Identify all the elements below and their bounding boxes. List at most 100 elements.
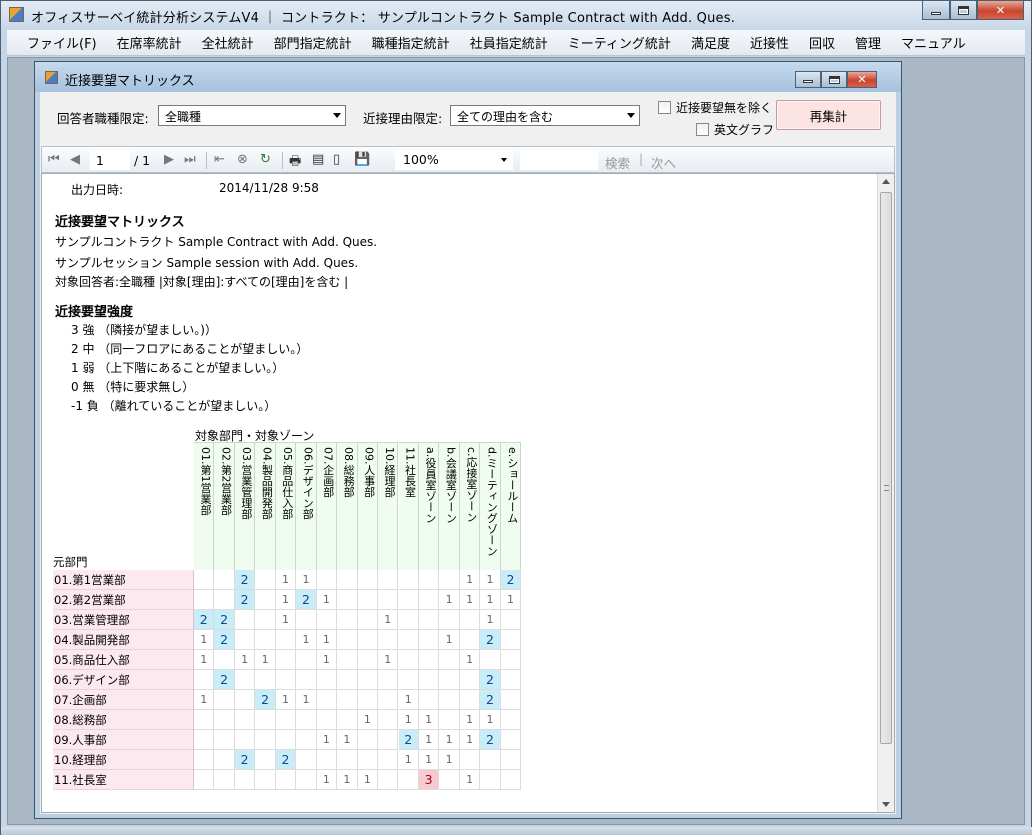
child-title-bar: 近接要望マトリックス ✕	[35, 62, 901, 92]
matrix-column-header: 07.企画部	[316, 442, 338, 570]
menu-department-stats[interactable]: 部門指定統計	[264, 33, 362, 52]
matrix-column-header: d.ミーティングゾーン	[480, 442, 501, 570]
proximity-matrix-window: 近接要望マトリックス ✕ 回答者職種限定: 全職種 近接理由限定: 全ての理由を…	[34, 61, 902, 819]
menu-meeting-stats[interactable]: ミーティング統計	[558, 33, 681, 52]
next-page-icon[interactable]: ▶	[164, 152, 174, 167]
stop-icon[interactable]: ⊗	[237, 152, 248, 167]
scroll-up-icon[interactable]	[882, 179, 890, 184]
child-maximize-button[interactable]	[821, 71, 847, 88]
maximize-icon	[958, 5, 969, 15]
matrix-cell: 1	[316, 590, 338, 610]
print-icon[interactable]: 🖶	[289, 152, 301, 174]
menu-job-type-stats[interactable]: 職種指定統計	[362, 33, 460, 52]
find-text-input[interactable]	[520, 150, 598, 170]
menu-proximity[interactable]: 近接性	[740, 33, 799, 52]
matrix-cell	[378, 710, 399, 730]
first-page-icon[interactable]: ⏮	[48, 152, 60, 167]
child-close-button[interactable]: ✕	[847, 71, 877, 88]
matrix-cell	[500, 770, 522, 790]
matrix-column-label: 04.製品開発部	[260, 447, 274, 520]
matrix-cell	[316, 710, 338, 730]
reason-filter-combo[interactable]: 全ての理由を含む	[450, 105, 640, 126]
matrix-column-label: 01.第1営業部	[199, 447, 212, 516]
matrix-cell	[439, 670, 460, 690]
matrix-cell	[255, 570, 276, 590]
matrix-cell	[480, 770, 501, 790]
menu-satisfaction[interactable]: 満足度	[681, 33, 740, 52]
matrix-cell	[337, 710, 358, 730]
exclude-no-request-label: 近接要望無を除く	[676, 101, 773, 115]
menu-company-stats[interactable]: 全社統計	[192, 33, 264, 52]
matrix-cell	[316, 610, 338, 630]
page-setup-icon[interactable]: ▯	[333, 152, 340, 167]
minimize-button[interactable]	[922, 1, 950, 20]
export-icon[interactable]: 💾	[354, 152, 370, 167]
page-number-input[interactable]: 1	[90, 150, 130, 170]
refresh-icon[interactable]: ↻	[260, 152, 271, 167]
matrix-column-label: 07.企画部	[321, 447, 335, 498]
previous-page-icon[interactable]: ◀	[70, 152, 80, 167]
matrix-cell	[337, 650, 358, 670]
menu-manual[interactable]: マニュアル	[891, 33, 976, 52]
child-minimize-button[interactable]	[795, 71, 821, 88]
matrix-cell: 2	[194, 610, 215, 630]
bottom-frame	[1, 827, 1032, 835]
matrix-column-header: a.役員室ゾーン	[418, 442, 440, 570]
matrix-row-header: 10.経理部	[53, 750, 194, 770]
matrix-cell	[255, 710, 276, 730]
matrix-column-header: b.会議室ゾーン	[439, 442, 460, 570]
menu-bar: ファイル(F) 在席率統計 全社統計 部門指定統計 職種指定統計 社員指定統計 …	[7, 30, 1025, 56]
report-vertical-scrollbar[interactable]	[877, 174, 894, 812]
matrix-cell	[500, 730, 522, 750]
matrix-cell: 1	[439, 730, 460, 750]
maximize-button[interactable]	[950, 1, 977, 20]
matrix-cell	[439, 710, 460, 730]
menu-admin[interactable]: 管理	[845, 33, 891, 52]
menu-file[interactable]: ファイル(F)	[17, 33, 107, 52]
matrix-cell: 2	[480, 690, 501, 710]
matrix-cell: 1	[459, 770, 481, 790]
job-filter-combo[interactable]: 全職種	[158, 105, 346, 126]
main-window-title: オフィスサーベイ統計分析システムV4 ｜ コントラクト： サンプルコントラクト …	[31, 11, 736, 26]
report-contract: サンプルコントラクト Sample Contract with Add. Que…	[55, 235, 378, 249]
matrix-cell	[398, 770, 419, 790]
menu-employee-stats[interactable]: 社員指定統計	[460, 33, 558, 52]
matrix-cell: 1	[418, 730, 440, 750]
zoom-select[interactable]: 100%	[395, 150, 513, 170]
scroll-thumb[interactable]	[880, 192, 892, 744]
matrix-column-label: 08.総務部	[342, 447, 356, 498]
matrix-column-label: 10.経理部	[383, 447, 397, 498]
english-graph-checkbox[interactable]: 英文グラフ	[696, 121, 774, 138]
matrix-cell	[378, 730, 399, 750]
matrix-cell	[296, 710, 317, 730]
recalculate-button[interactable]: 再集計	[776, 100, 881, 130]
matrix-cell: 1	[459, 590, 481, 610]
find-link[interactable]: 検索	[605, 153, 630, 172]
print-layout-icon[interactable]: ▤	[312, 152, 324, 167]
back-icon[interactable]: ⇤	[214, 152, 225, 167]
exclude-no-request-checkbox[interactable]: 近接要望無を除く	[658, 99, 772, 116]
matrix-cell	[316, 670, 338, 690]
matrix-cell: 2	[234, 570, 256, 590]
matrix-cell	[214, 570, 235, 590]
scroll-down-icon[interactable]	[882, 802, 890, 807]
find-next-link[interactable]: 次へ	[651, 153, 676, 172]
matrix-row-header: 08.総務部	[53, 710, 194, 730]
last-page-icon[interactable]: ⏭	[184, 152, 196, 167]
menu-occupancy-stats[interactable]: 在席率統計	[107, 33, 192, 52]
close-button[interactable]: ✕	[977, 1, 1024, 20]
menu-collection[interactable]: 回収	[799, 33, 845, 52]
matrix-cell: 1	[296, 690, 317, 710]
matrix-cell	[480, 750, 501, 770]
matrix-cell: 2	[398, 730, 419, 750]
matrix-column-label: a.役員室ゾーン	[423, 447, 437, 524]
report-viewer[interactable]: 出力日時: 2014/11/28 9:58 近接要望マトリックス サンプルコント…	[41, 173, 895, 813]
matrix-cell	[234, 710, 256, 730]
matrix-cell	[337, 610, 358, 630]
matrix-cell: 1	[500, 590, 522, 610]
matrix-column-header: 02.第2営業部	[214, 442, 235, 570]
matrix-cell: 1	[398, 710, 419, 730]
matrix-cell	[316, 750, 338, 770]
matrix-cell: 1	[275, 590, 297, 610]
matrix-column-label: b.会議室ゾーン	[444, 447, 458, 524]
